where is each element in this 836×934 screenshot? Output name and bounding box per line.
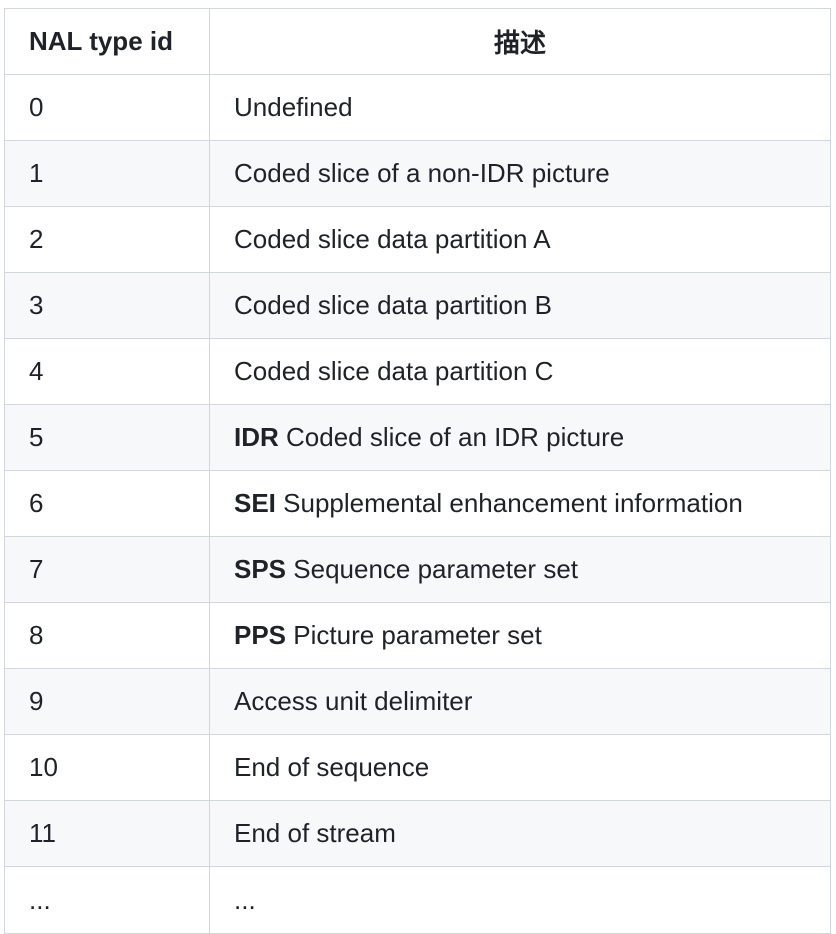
description-text: Coded slice data partition A (234, 224, 551, 254)
description-text: Supplemental enhancement information (283, 488, 743, 518)
table-row: ... ... (4, 866, 831, 934)
header-nal-type-id: NAL type id (4, 8, 210, 75)
table-row: 11 End of stream (4, 800, 831, 867)
table-row: 5 IDR Coded slice of an IDR picture (4, 404, 831, 471)
description-text: Coded slice of a non-IDR picture (234, 158, 610, 188)
nal-type-id-cell: 10 (4, 734, 210, 801)
table-row: 10 End of sequence (4, 734, 831, 801)
description-cell: Undefined (209, 74, 831, 141)
nal-type-id-cell: ... (4, 866, 210, 934)
table-row: 9 Access unit delimiter (4, 668, 831, 735)
nal-type-id-cell: 1 (4, 140, 210, 207)
table-row: 1 Coded slice of a non-IDR picture (4, 140, 831, 207)
description-cell: Access unit delimiter (209, 668, 831, 735)
description-text: End of sequence (234, 752, 430, 782)
description-text: Coded slice data partition B (234, 290, 552, 320)
description-cell: Coded slice data partition B (209, 272, 831, 339)
abbreviation: PPS (234, 620, 287, 650)
nal-type-id-cell: 7 (4, 536, 210, 603)
table-row: 2 Coded slice data partition A (4, 206, 831, 273)
table-row: 0 Undefined (4, 74, 831, 141)
description-cell: Coded slice of a non-IDR picture (209, 140, 831, 207)
description-cell: ... (209, 866, 831, 934)
nal-type-table: NAL type id 描述 0 Undefined 1 Coded slice… (4, 8, 831, 934)
description-cell: SPS Sequence parameter set (209, 536, 831, 603)
table-row: 7 SPS Sequence parameter set (4, 536, 831, 603)
nal-type-id-cell: 6 (4, 470, 210, 537)
description-cell: PPS Picture parameter set (209, 602, 831, 669)
abbreviation: SPS (234, 554, 287, 584)
nal-type-id-cell: 8 (4, 602, 210, 669)
description-cell: Coded slice data partition A (209, 206, 831, 273)
description-cell: End of sequence (209, 734, 831, 801)
description-text: Picture parameter set (293, 620, 542, 650)
description-text: Coded slice data partition C (234, 356, 554, 386)
description-cell: SEI Supplemental enhancement information (209, 470, 831, 537)
table-row: 3 Coded slice data partition B (4, 272, 831, 339)
abbreviation: SEI (234, 488, 276, 518)
description-text: Access unit delimiter (234, 686, 473, 716)
table-row: 4 Coded slice data partition C (4, 338, 831, 405)
description-cell: Coded slice data partition C (209, 338, 831, 405)
nal-type-id-cell: 2 (4, 206, 210, 273)
nal-type-id-cell: 11 (4, 800, 210, 867)
nal-type-id-cell: 5 (4, 404, 210, 471)
nal-type-id-cell: 3 (4, 272, 210, 339)
description-text: Sequence parameter set (293, 554, 578, 584)
description-text: ... (234, 884, 256, 915)
abbreviation: IDR (234, 422, 279, 452)
description-cell: End of stream (209, 800, 831, 867)
table-header-row: NAL type id 描述 (4, 8, 831, 75)
description-text: End of stream (234, 818, 396, 848)
description-text: Coded slice of an IDR picture (286, 422, 625, 452)
description-cell: IDR Coded slice of an IDR picture (209, 404, 831, 471)
description-text: Undefined (234, 92, 353, 122)
header-description: 描述 (209, 8, 831, 75)
table-row: 8 PPS Picture parameter set (4, 602, 831, 669)
nal-type-id-cell: 9 (4, 668, 210, 735)
nal-type-id-cell: 0 (4, 74, 210, 141)
nal-type-id-cell: 4 (4, 338, 210, 405)
table-row: 6 SEI Supplemental enhancement informatio… (4, 470, 831, 537)
